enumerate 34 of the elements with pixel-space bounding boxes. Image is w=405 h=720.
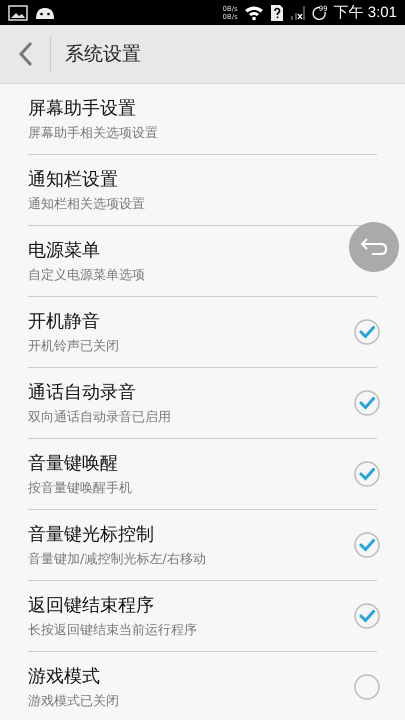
- setting-summary: 屏幕助手相关选项设置: [28, 125, 158, 142]
- checkbox[interactable]: [353, 673, 381, 701]
- setting-title: 音量键光标控制: [28, 523, 154, 546]
- setting-title: 通知栏设置: [28, 168, 118, 191]
- setting-summary: 通知栏相关选项设置: [28, 196, 145, 213]
- checkbox[interactable]: [353, 389, 381, 417]
- setting-title: 音量键唤醒: [28, 452, 118, 475]
- page-title: 系统设置: [65, 42, 141, 67]
- setting-summary: 长按返回键结束当前运行程序: [28, 622, 197, 639]
- setting-title: 通话自动录音: [28, 381, 136, 404]
- setting-summary: 双向通话自动录音已启用: [28, 409, 171, 426]
- setting-title: 电源菜单: [28, 239, 100, 262]
- checkbox[interactable]: [353, 531, 381, 559]
- checkbox[interactable]: [353, 318, 381, 346]
- setting-title: 游戏模式: [28, 665, 100, 688]
- checkbox[interactable]: [353, 602, 381, 630]
- image-icon: [8, 4, 28, 20]
- setting-summary: 自定义电源菜单选项: [28, 267, 145, 284]
- floating-back-button[interactable]: [349, 222, 399, 272]
- setting-title: 屏幕助手设置: [28, 97, 136, 120]
- return-arrow-icon: [359, 236, 389, 258]
- setting-summary: 按音量键唤醒手机: [28, 480, 132, 497]
- back-icon: [18, 41, 34, 67]
- sim-card-icon: [270, 4, 284, 22]
- clock: 下午 3:01: [334, 3, 397, 22]
- setting-title: 开机静音: [28, 310, 100, 333]
- no-signal-icon: [290, 4, 306, 20]
- checkbox[interactable]: [353, 460, 381, 488]
- circle-battery-icon: [312, 4, 326, 20]
- wifi-icon: [244, 4, 264, 20]
- setting-summary: 游戏模式已关闭: [28, 693, 119, 710]
- setting-summary: 开机铃声已关闭: [28, 338, 119, 355]
- setting-title: 返回键结束程序: [28, 594, 154, 617]
- setting-summary: 音量键加/减控制光标左/右移动: [28, 551, 206, 568]
